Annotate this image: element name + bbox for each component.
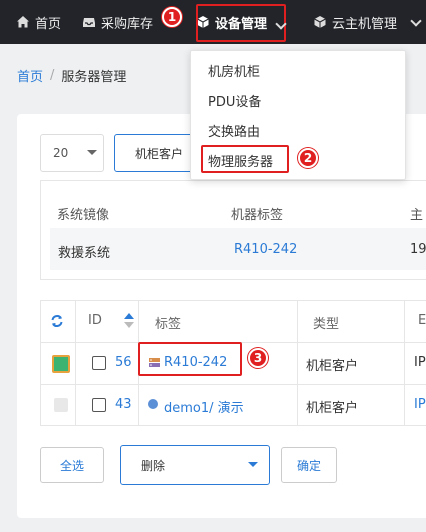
column-header-type: 类型 (313, 317, 340, 332)
cube-icon (314, 16, 326, 28)
table-col-divider (75, 300, 76, 426)
home-icon (17, 16, 29, 28)
confirm-button[interactable]: 确定 (281, 447, 337, 483)
select-all-button[interactable]: 全选 (40, 447, 104, 483)
bulk-action-value: 删除 (141, 458, 166, 473)
highlight-device-mgmt (196, 4, 286, 42)
vm-icon (148, 399, 158, 409)
detail-value-tag[interactable]: R410-242 (234, 242, 297, 257)
row-id[interactable]: 56 (115, 355, 132, 370)
breadcrumb-separator: / (50, 68, 55, 83)
column-header-extra: E (418, 313, 426, 328)
detail-label-tag: 机器标签 (231, 208, 284, 223)
status-indicator (54, 398, 68, 412)
row-type: 机柜客户 (306, 359, 359, 374)
page-size-value: 20 (53, 146, 69, 160)
cabinet-customer-label: 机柜客户 (134, 146, 183, 161)
row-extra: IP (414, 355, 426, 370)
detail-value-host: 19 (410, 242, 426, 257)
highlight-physical-server (201, 145, 289, 173)
inbox-icon (83, 18, 95, 27)
confirm-label: 确定 (296, 458, 321, 473)
table-col-divider (404, 300, 405, 426)
row-checkbox[interactable] (92, 398, 106, 412)
row-type: 机柜客户 (306, 401, 359, 416)
detail-label-image: 系统镜像 (57, 208, 110, 223)
column-header-id[interactable]: ID (88, 313, 102, 328)
detail-label-host: 主 (410, 208, 424, 223)
breadcrumb-current: 服务器管理 (61, 70, 127, 85)
nav-inventory-label: 采购库存 (101, 16, 154, 32)
nav-home[interactable]: 首页 (16, 0, 61, 44)
status-indicator (52, 355, 70, 373)
row-extra: IP (414, 397, 426, 412)
row-id[interactable]: 43 (115, 397, 132, 412)
sort-asc-icon[interactable] (124, 313, 134, 319)
caret-down-icon (87, 150, 97, 155)
caret-down-icon (248, 462, 258, 467)
step-marker-1: 1 (162, 7, 182, 27)
row-checkbox[interactable] (92, 356, 106, 370)
highlight-row-label (138, 342, 242, 376)
nav-cloud-host[interactable]: 云主机管理 (313, 0, 397, 44)
nav-inventory[interactable]: 采购库存 (82, 0, 153, 44)
menu-item-pdu[interactable]: PDU设备 (208, 91, 261, 110)
menu-item-switch-router[interactable]: 交换路由 (208, 121, 260, 140)
table-col-divider (297, 300, 298, 426)
step-marker-3: 3 (248, 348, 268, 368)
column-header-label: 标签 (155, 317, 182, 332)
menu-item-room-cabinet[interactable]: 机房机柜 (208, 61, 260, 80)
detail-value-image: 救援系统 (58, 246, 111, 261)
refresh-icon[interactable] (50, 314, 64, 328)
nav-home-label: 首页 (35, 16, 62, 32)
select-all-label: 全选 (59, 458, 84, 473)
step-marker-2: 2 (298, 148, 318, 168)
sort-desc-icon[interactable] (124, 322, 134, 328)
breadcrumb-home[interactable]: 首页 (17, 66, 43, 85)
table-row-divider (40, 384, 426, 385)
breadcrumb: 首页 / 服务器管理 (17, 66, 126, 85)
nav-cloud-host-label: 云主机管理 (332, 16, 398, 32)
row-label[interactable]: demo1/ 演示 (164, 397, 244, 416)
